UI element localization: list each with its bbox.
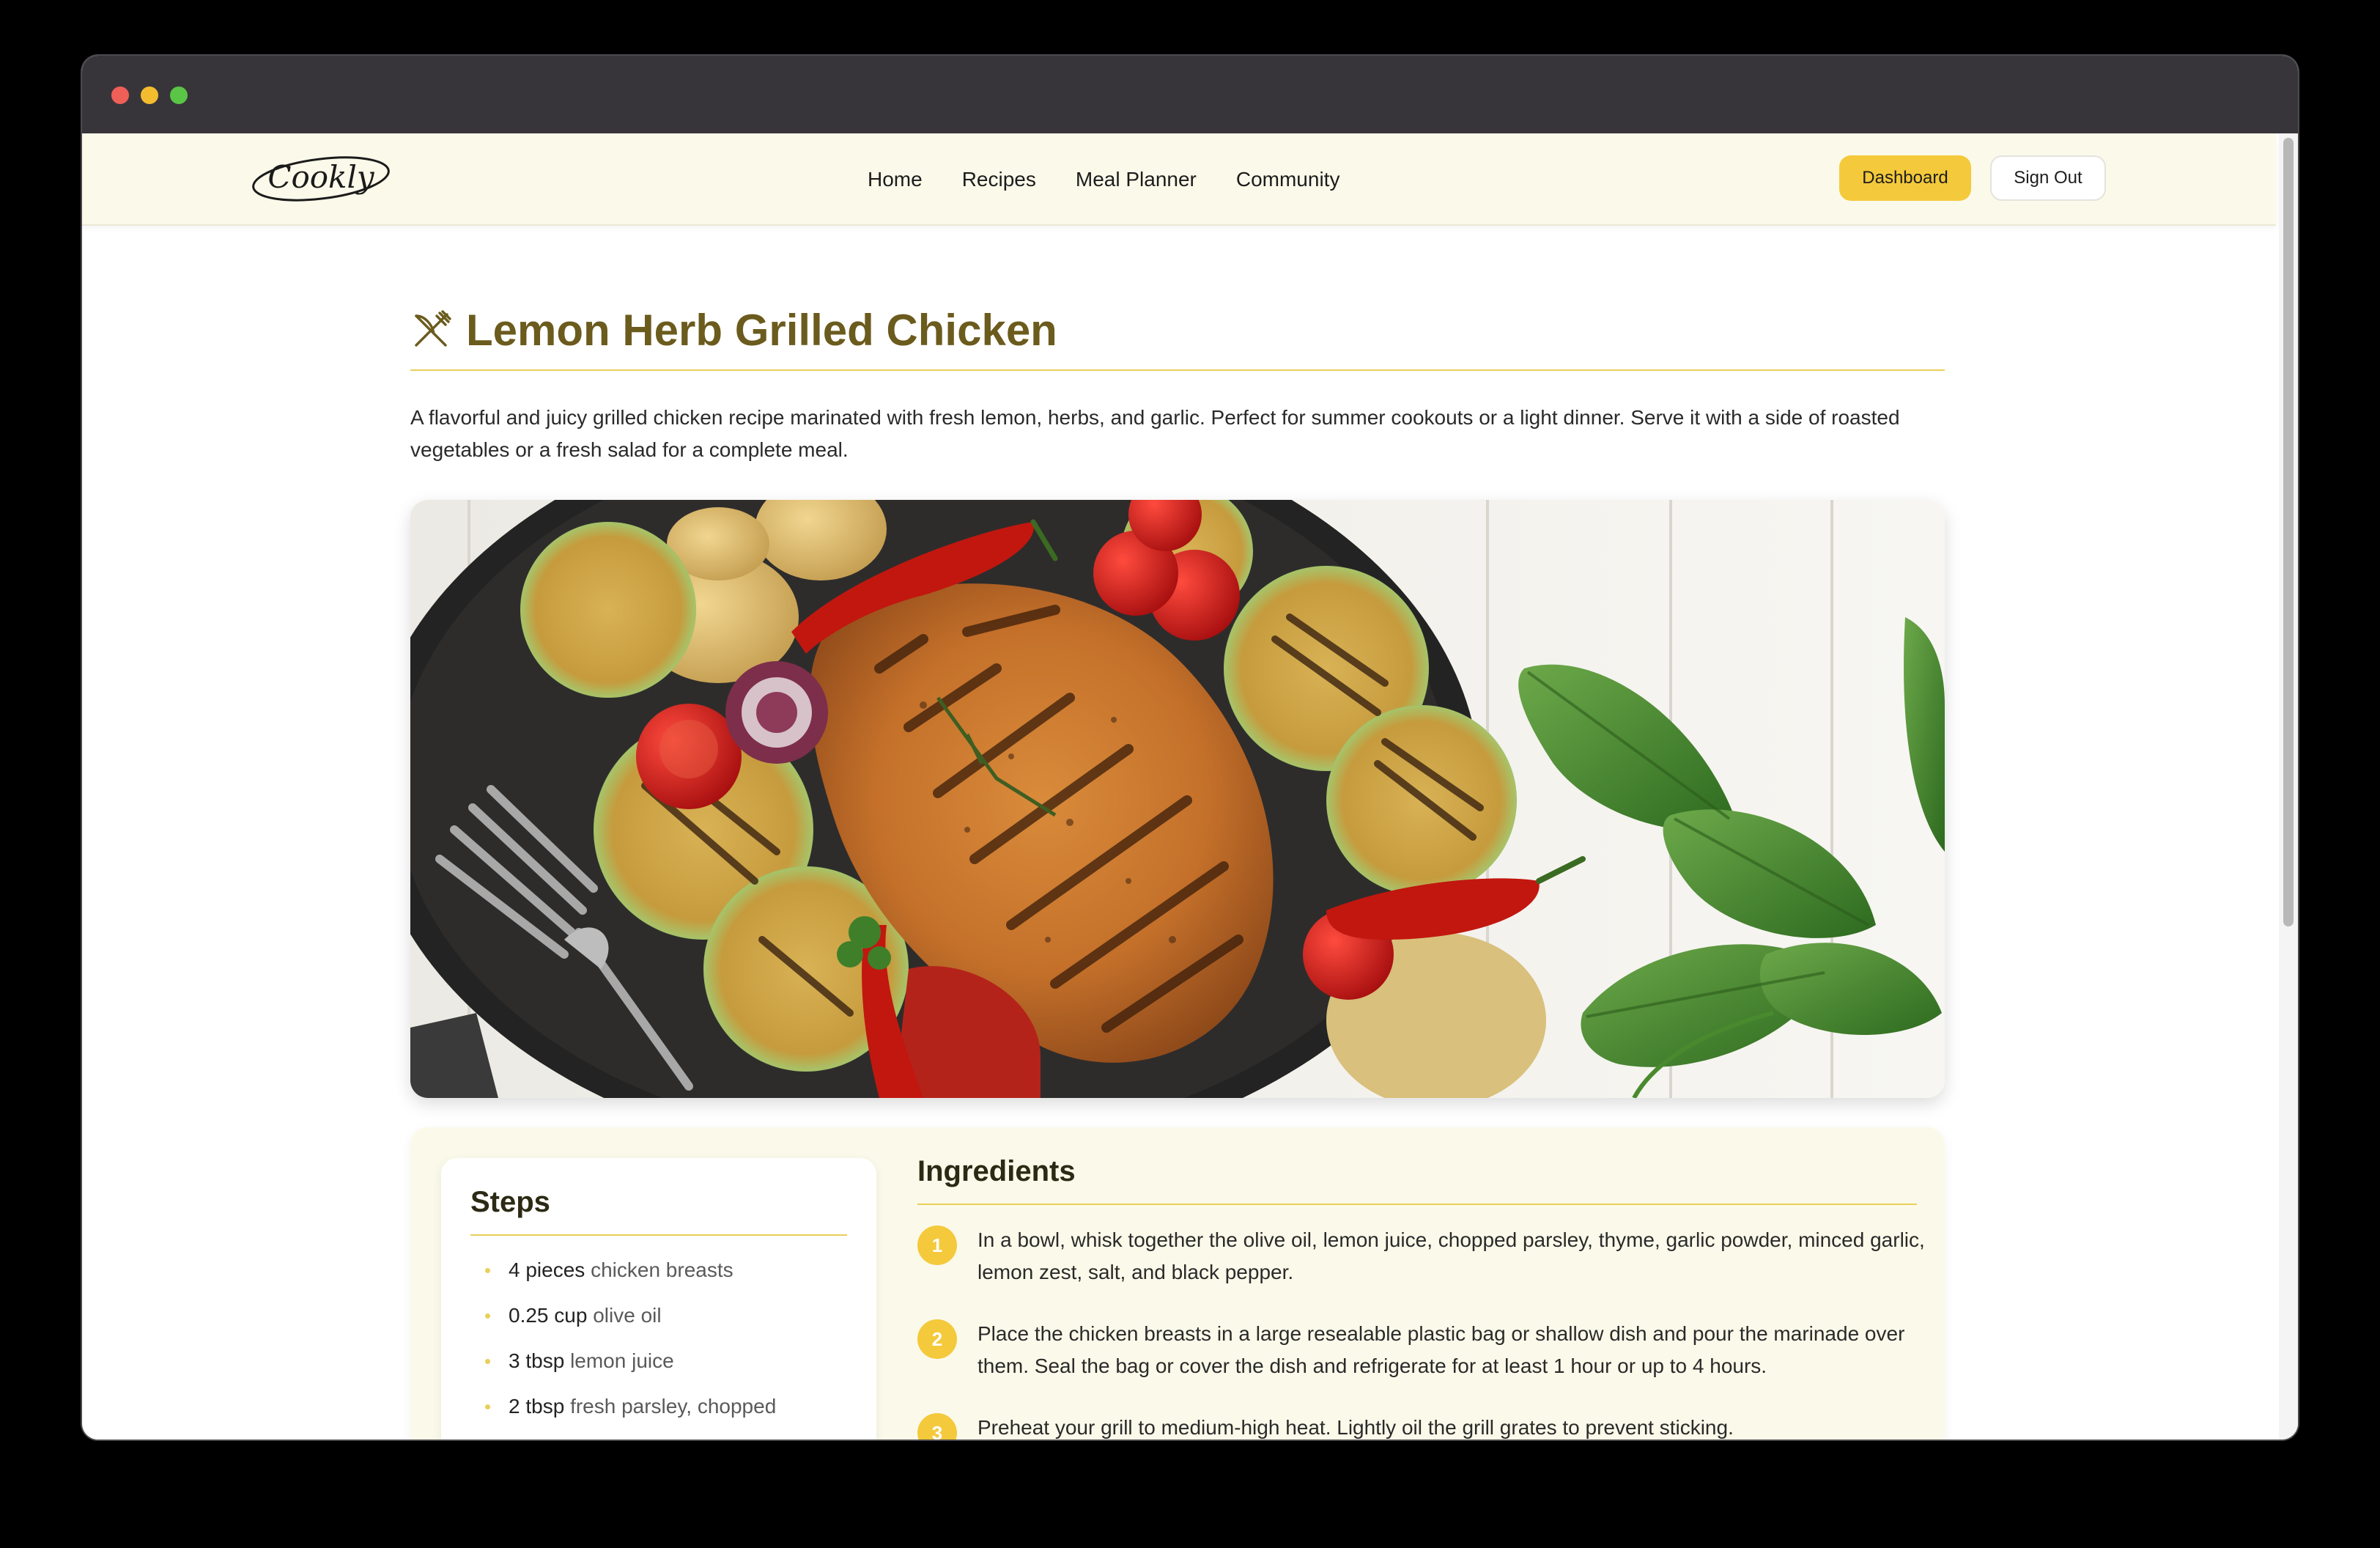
main-nav: Home Recipes Meal Planner Community [868,133,1339,226]
ingredient-quantity: 2 tbsp [509,1395,565,1418]
close-window-button[interactable] [111,86,129,104]
bullet-icon [485,1268,490,1273]
recipe-title-row: Lemon Herb Grilled Chicken [410,301,1057,359]
zoom-window-button[interactable] [170,86,188,104]
cookly-logo[interactable]: Cookly [249,150,393,207]
title-divider [410,369,1945,371]
step-number-badge: 3 [917,1413,957,1440]
top-navbar: Cookly Home Recipes Meal Planner Communi… [82,133,2276,226]
steps-divider [470,1234,847,1236]
list-item: 0.25 cup olive oil [482,1293,776,1338]
page-viewport: Cookly Home Recipes Meal Planner Communi… [82,133,2298,1440]
ingredient-quantity: 4 pieces [509,1258,585,1281]
steps-card: Steps 4 pieces chicken breasts 0.25 cup … [441,1158,876,1440]
ingredient-quantity: 3 tbsp [509,1349,565,1372]
ingredient-name: chicken breasts [591,1258,733,1281]
bullet-icon [485,1359,490,1364]
utensils-crossed-icon [415,310,451,347]
nav-link-community[interactable]: Community [1236,168,1340,191]
browser-window: Cookly Home Recipes Meal Planner Communi… [82,56,2298,1440]
vertical-scrollbar[interactable] [2279,133,2298,1440]
sign-out-button[interactable]: Sign Out [1990,155,2106,201]
step-number-badge: 1 [917,1226,957,1265]
recipe-details-panel: Steps 4 pieces chicken breasts 0.25 cup … [410,1127,1945,1440]
ingredients-divider [917,1204,1917,1205]
recipe-hero-image [410,500,1945,1098]
dashboard-button[interactable]: Dashboard [1839,155,1971,201]
page-title: Lemon Herb Grilled Chicken [466,305,1057,355]
scrollbar-thumb[interactable] [2283,138,2294,926]
logo-mark: Cookly [252,156,390,202]
list-item: 4 pieces chicken breasts [482,1247,776,1293]
ingredient-name: fresh parsley, chopped [570,1395,777,1418]
recipe-description: A flavorful and juicy grilled chicken re… [410,406,1900,461]
window-titlebar [82,56,2298,133]
ingredients-heading: Ingredients [917,1155,1076,1187]
step-number-badge: 2 [917,1319,957,1359]
ingredient-quantity: 0.25 cup [509,1304,588,1327]
ingredient-name: lemon juice [570,1349,674,1372]
nav-link-recipes[interactable]: Recipes [962,168,1036,191]
step-text: Place the chicken breasts in a large res… [978,1322,1905,1377]
list-item: 3 tbsp lemon juice [482,1338,776,1384]
logo-text: Cookly [267,159,375,195]
minimize-window-button[interactable] [141,86,158,104]
ingredient-list: 4 pieces chicken breasts 0.25 cup olive … [482,1247,776,1429]
nav-link-meal-planner[interactable]: Meal Planner [1076,168,1197,191]
steps-heading: Steps [470,1186,550,1218]
step-text: Preheat your grill to medium-high heat. … [978,1416,1734,1439]
list-item: 2 tbsp fresh parsley, chopped [482,1384,776,1429]
bullet-icon [485,1404,490,1409]
step-text: In a bowl, whisk together the olive oil,… [978,1228,1925,1283]
nav-link-home[interactable]: Home [868,168,923,191]
ingredient-name: olive oil [593,1304,662,1327]
grilled-chicken-photo [410,500,1945,1098]
bullet-icon [485,1313,490,1319]
